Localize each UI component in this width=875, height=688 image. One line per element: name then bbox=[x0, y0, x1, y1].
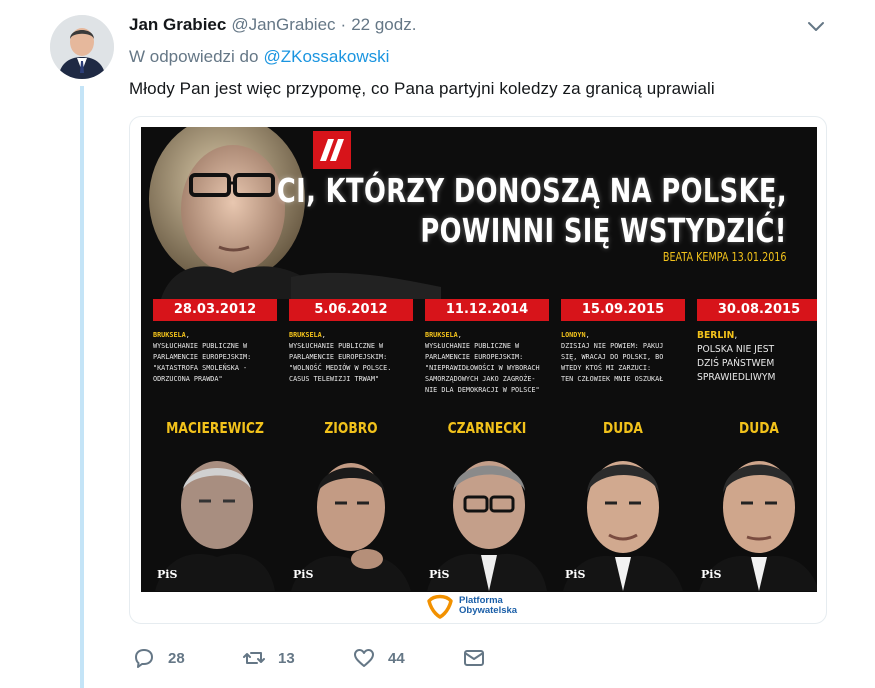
tweet-header: Jan Grabiec @JanGrabiec · 22 godz. bbox=[129, 15, 829, 37]
direct-message-button[interactable] bbox=[462, 646, 486, 670]
poster-column-desc: BERLIN, POLSKA NIE JEST DZIŚ PAŃSTWEM SP… bbox=[697, 329, 815, 411]
poster-column-date: 28.03.2012 bbox=[153, 299, 277, 321]
avatar[interactable] bbox=[50, 15, 114, 79]
chevron-down-icon[interactable] bbox=[806, 16, 826, 36]
poster-image: CI, KTÓRZY DONOSZĄ NA POLSKĘ, POWINNI SI… bbox=[141, 127, 817, 592]
tweet-timestamp[interactable]: 22 godz. bbox=[351, 15, 416, 35]
reply-button[interactable]: 28 bbox=[132, 646, 185, 670]
author-name[interactable]: Jan Grabiec bbox=[129, 15, 226, 35]
poster-column-desc: LONDYN, DZISIAJ NIE POWIEM: PAKUJ SIĘ, W… bbox=[561, 329, 679, 411]
retweet-count: 13 bbox=[278, 649, 295, 667]
poster-column-desc: BRUKSELA, WYSŁUCHANIE PUBLICZNE W PARLAM… bbox=[153, 329, 271, 411]
poster-brand-mark bbox=[313, 131, 351, 169]
poster-column-name: DUDA bbox=[739, 419, 779, 437]
poster-column: 15.09.2015 LONDYN, DZISIAJ NIE POWIEM: P… bbox=[561, 299, 689, 591]
retweet-button[interactable]: 13 bbox=[242, 646, 295, 670]
poster-headline-line1: CI, KTÓRZY DONOSZĄ NA POLSKĘ, bbox=[276, 171, 787, 210]
party-mark: PiS bbox=[429, 568, 450, 581]
party-mark: PiS bbox=[293, 568, 314, 581]
poster-column-name: MACIEREWICZ bbox=[166, 419, 264, 437]
heart-icon bbox=[354, 649, 374, 667]
tweet-actions: 28 13 44 bbox=[132, 646, 532, 674]
poster-column-name: CZARNECKI bbox=[447, 419, 527, 437]
po-logo-line2: Obywatelska bbox=[459, 605, 518, 616]
like-count: 44 bbox=[388, 649, 405, 667]
media-card[interactable]: CI, KTÓRZY DONOSZĄ NA POLSKĘ, POWINNI SI… bbox=[129, 116, 827, 624]
poster-column-desc: BRUKSELA, WYSŁUCHANIE PUBLICZNE W PARLAM… bbox=[289, 329, 407, 411]
poster-quote-author: BEATA KEMPA 13.01.2016 bbox=[663, 250, 787, 264]
reply-icon bbox=[135, 649, 153, 668]
poster-column-date: 5.06.2012 bbox=[289, 299, 413, 321]
poster-column-name: ZIOBRO bbox=[324, 419, 378, 437]
retweet-icon bbox=[243, 652, 265, 664]
poster-column-desc-text: , WYSŁUCHANIE PUBLICZNE W PARLAMENCIE EU… bbox=[425, 330, 540, 394]
envelope-icon bbox=[464, 650, 484, 666]
party-mark: PiS bbox=[565, 568, 586, 581]
poster-column-date: 30.08.2015 bbox=[697, 299, 817, 321]
poster-column-place: BRUKSELA bbox=[425, 330, 458, 339]
poster-column: 5.06.2012 BRUKSELA, WYSŁUCHANIE PUBLICZN… bbox=[289, 299, 417, 591]
poster-column-desc: BRUKSELA, WYSŁUCHANIE PUBLICZNE W PARLAM… bbox=[425, 329, 543, 411]
party-mark: PiS bbox=[701, 568, 722, 581]
like-button[interactable]: 44 bbox=[352, 646, 405, 670]
poster-column-date: 11.12.2014 bbox=[425, 299, 549, 321]
poster-column-place: LONDYN bbox=[561, 330, 586, 339]
poster-column-place: BRUKSELA bbox=[289, 330, 322, 339]
reply-prefix: W odpowiedzi do bbox=[129, 47, 259, 66]
poster-column: 11.12.2014 BRUKSELA, WYSŁUCHANIE PUBLICZ… bbox=[425, 299, 553, 591]
poster-column-place: BERLIN bbox=[697, 330, 735, 341]
tweet-text: Młody Pan jest więc przypomę, co Pana pa… bbox=[129, 79, 715, 98]
reply-context: W odpowiedzi do @ZKossakowski bbox=[129, 47, 389, 67]
reply-mention-link[interactable]: @ZKossakowski bbox=[263, 47, 389, 66]
avatar-photo bbox=[50, 15, 114, 79]
poster-column-name: DUDA bbox=[603, 419, 643, 437]
party-mark: PiS bbox=[157, 568, 178, 581]
poster-column-date: 15.09.2015 bbox=[561, 299, 685, 321]
poster-headline-line2: POWINNI SIĘ WSTYDZIĆ! bbox=[420, 211, 787, 250]
header-separator: · bbox=[340, 15, 347, 34]
poster-column-place: BRUKSELA bbox=[153, 330, 186, 339]
platforma-obywatelska-logo: Platforma Obywatelska bbox=[426, 591, 536, 621]
author-handle[interactable]: @JanGrabiec bbox=[231, 15, 335, 35]
thread-line bbox=[80, 86, 84, 688]
reply-count: 28 bbox=[168, 649, 185, 667]
poster-column: 30.08.2015 BERLIN, POLSKA NIE JEST DZIŚ … bbox=[697, 299, 817, 591]
poster-woman-photo bbox=[141, 127, 441, 299]
po-logo-icon bbox=[427, 594, 453, 619]
poster-column: 28.03.2012 BRUKSELA, WYSŁUCHANIE PUBLICZ… bbox=[153, 299, 281, 591]
